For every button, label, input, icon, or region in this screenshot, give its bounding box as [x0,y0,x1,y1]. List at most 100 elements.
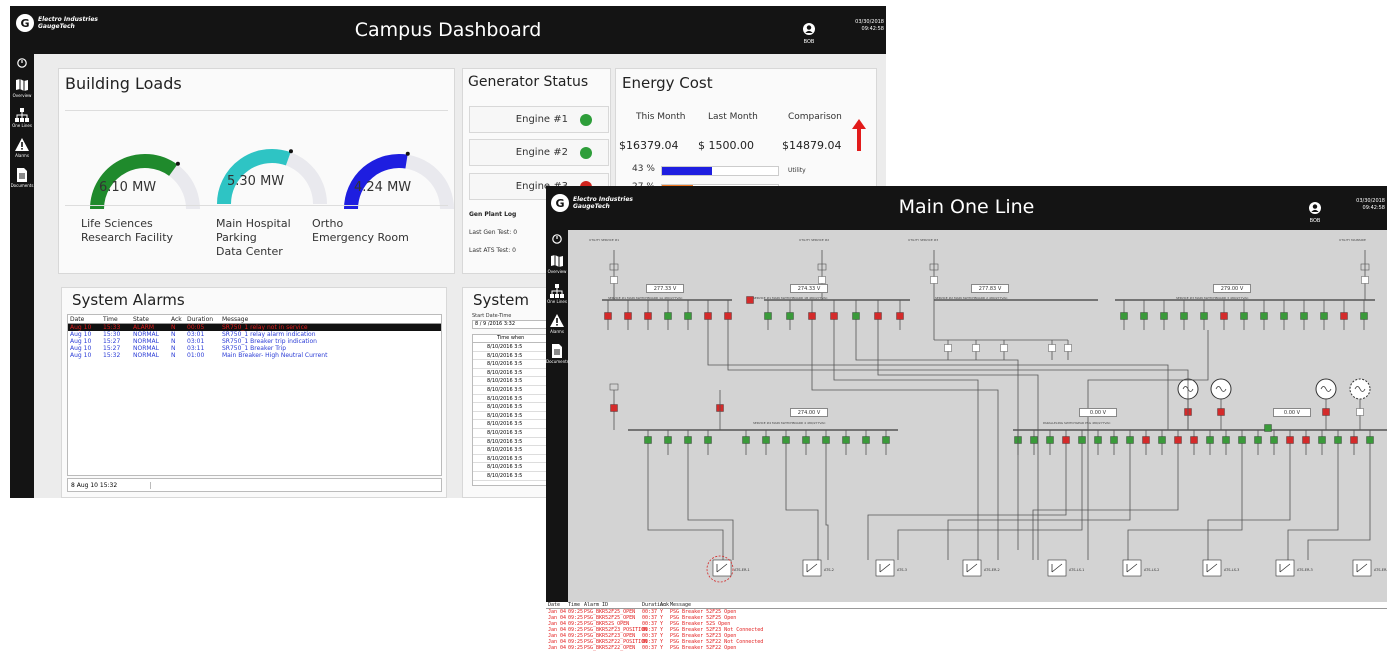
ats-label: ATS-3 [897,568,907,572]
bus-label-psg: PARALLELING SWITCHGEAR PSG 480/277VAC [1043,421,1111,425]
power-icon[interactable] [17,58,27,68]
document-icon [552,344,562,358]
map-icon [551,255,563,267]
dashboard-titlebar: G Electro Industries GaugeTech Campus Das… [10,6,886,54]
breaker-icon [724,312,732,320]
breaker-icon [1220,312,1228,320]
bus-label-4: SERVICE #4 MAIN SWITCHBOARD 4 480/277VAC [753,421,826,425]
wire [785,455,819,560]
voltage-readout-3: 277.83 V [971,284,1009,293]
table-row[interactable]: Aug 10 15:33 ALARM N 00:05 SR750_1 relay not … [68,324,441,331]
breaker-icon [822,436,830,444]
table-header: Date Time Alarm ID Duration Ack Message [546,602,1387,609]
nav-documents[interactable]: Documents [546,344,569,364]
breaker-icon [1350,436,1358,444]
breaker-icon [1206,436,1214,444]
switch-icon [972,344,980,352]
breaker-icon [610,404,618,412]
breaker-icon [1200,312,1208,320]
table-row[interactable]: Aug 10 15:30 NORMAL N 03:01 SR750_1 relay ala… [68,331,441,338]
clock: 03/30/2018 09:42:58 [1331,198,1385,212]
nav-label: One Lines [547,299,567,304]
nav-documents[interactable]: Documents [10,168,34,188]
table-row[interactable]: Aug 10 15:27 NORMAL N 03:11 SR750_1 Breaker T… [68,345,441,352]
facility-3: Ortho Emergency Room [312,217,409,244]
voltage-readout-7: 0.00 V [1273,408,1311,417]
gen-plant-log-title: Gen Plant Log [469,211,517,218]
breaker-icon [1238,436,1246,444]
utility-pct: 43 % [632,164,655,174]
ats-label: ATS-ER-4 [1374,568,1387,572]
breaker-icon [862,436,870,444]
facility-2: Main Hospital Parking Data Center [216,217,291,258]
breaker-icon [842,436,850,444]
nav-label: Alarms [15,153,29,158]
time-readout: 09:42:58 [861,26,884,32]
system-alarms-table[interactable]: Date Time State Ack Duration Message Aug 10 15… [67,314,442,476]
gen-log-line-1: Last Gen Test: 0 [469,229,518,236]
power-icon[interactable] [552,234,562,244]
user-icon [803,23,815,35]
breaker-icon [1142,436,1150,444]
breaker-icon [1286,436,1294,444]
user-account[interactable]: BOB [1309,199,1321,224]
voltage-readout-1: 277.33 V [646,284,684,293]
switch-icon [610,276,618,284]
breaker-icon [664,436,672,444]
breaker-icon [782,436,790,444]
service-label-4: UTILITY MAINSIDE [1339,238,1366,242]
nav-label: Documents [10,183,34,188]
nav-alarms[interactable]: Alarms [546,314,568,334]
engine-2-status[interactable]: Engine #2 [469,139,609,166]
nav-overview[interactable]: Overview [10,78,34,98]
ats-label: ATS-LS-3 [1224,568,1239,572]
nav-one-lines[interactable]: One Lines [10,108,34,128]
cost-header-this-month: This Month [636,112,686,122]
oneline-alarm-list[interactable]: Date Time Alarm ID Duration Ack Message Jan 0… [546,602,1387,671]
system-alarms-title: System Alarms [72,291,185,309]
ats-label: ATS-ER-2 [984,568,1000,572]
user-name: BOB [1309,218,1321,224]
table-row[interactable]: Aug 10 15:27 NORMAL N 03:01 SR750_1 Breaker t… [68,338,441,345]
cost-this-month: $16379.04 [619,139,679,152]
nav-alarms[interactable]: Alarms [10,138,34,158]
table-row[interactable]: Jan 04 09:25 PSG_BKR52F22_OPEN 00:37 Y PSG Br… [546,645,1387,651]
wire [811,330,999,560]
service-label-1: UTILITY SERVICE #1 [589,238,620,242]
breaker-icon [644,436,652,444]
breaker-icon [1174,436,1182,444]
time-readout: 09:42:58 [1362,205,1385,211]
breaker-icon [1340,312,1348,320]
wire [855,330,1019,550]
system-alarms-card: System Alarms Date Time State Ack Duration Me… [61,287,447,498]
breaker-icon [1078,436,1086,444]
ats-label: ATS-ER-3 [1297,568,1313,572]
date-readout: 03/30/2018 [855,19,884,25]
gauge-marker-icon [405,151,410,156]
breaker-icon [624,312,632,320]
bus-label-3: SERVICE #3 MAIN SWITCHBOARD 3 480/277VAC [1176,296,1249,300]
nav-overview[interactable]: Overview [546,254,568,274]
breaker-icon [1110,436,1118,444]
breaker-icon [830,312,838,320]
energy-cost-title: Energy Cost [622,74,713,92]
gauge-marker-icon [175,161,180,166]
nav-label: One Lines [12,123,32,128]
wire [833,330,979,560]
table-row[interactable]: Aug 10 15:32 NORMAL N 01:00 Main Breaker- Hig… [68,352,441,359]
nav-one-lines[interactable]: One Lines [546,284,568,304]
engine-1-status[interactable]: Engine #1 [469,106,609,133]
breaker-icon [684,312,692,320]
cost-header-comparison: Comparison [788,112,842,122]
wire [825,455,829,560]
building-loads-title: Building Loads [65,74,182,93]
user-account[interactable]: BOB [803,20,815,45]
breaker-icon [1094,436,1102,444]
utility-label: Utility [788,167,806,174]
warning-icon [550,314,564,327]
wire [647,455,724,560]
breaker-icon [704,312,712,320]
breaker-icon [1300,312,1308,320]
nav-label: Overview [12,93,32,98]
breaker-icon [1320,312,1328,320]
